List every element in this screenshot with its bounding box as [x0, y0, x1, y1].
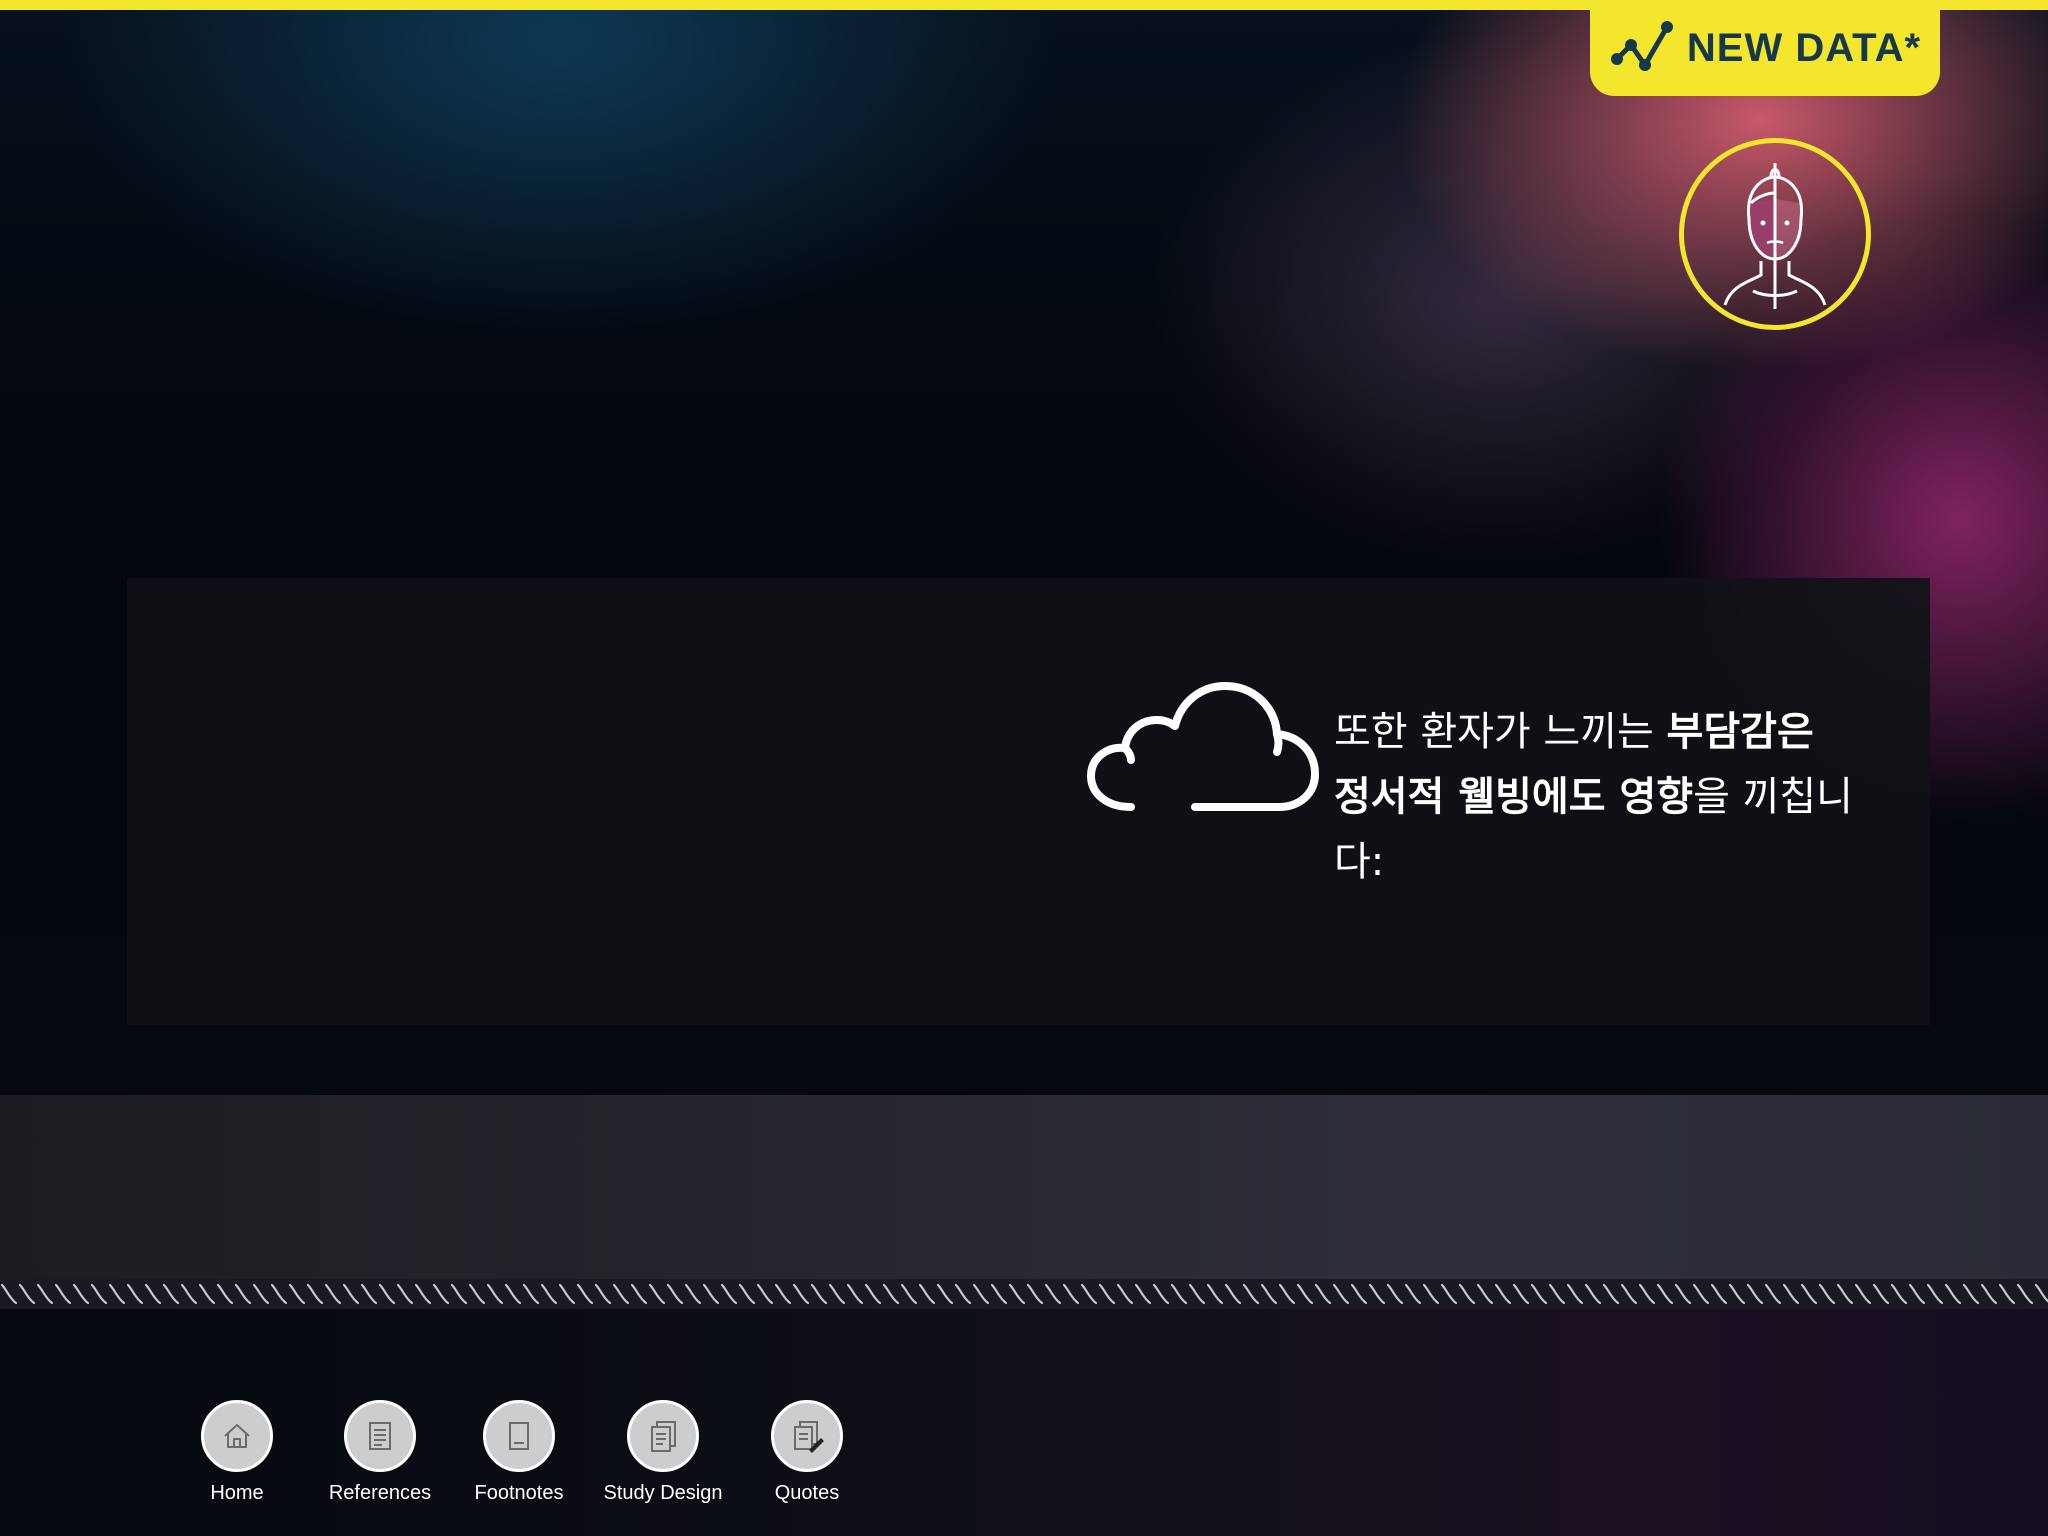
line-chart-icon — [1610, 21, 1673, 71]
cloud-icon — [1087, 682, 1319, 811]
patient-avatar — [1679, 138, 1871, 330]
study-design-icon[interactable] — [627, 1400, 699, 1472]
nav-home-label: Home — [210, 1482, 264, 1504]
references-icon[interactable] — [344, 1400, 416, 1472]
nav-study-design[interactable]: Study Design — [593, 1400, 733, 1505]
nav-references-label: References — [328, 1482, 432, 1504]
nav-home[interactable]: Home — [167, 1400, 307, 1505]
nav-footnotes[interactable]: Footnotes — [449, 1400, 589, 1505]
statement-line-2: 정서적 웰빙에도 영향을 끼칩니다: — [1334, 774, 1853, 885]
nav-footnotes-label: Footnotes — [474, 1482, 564, 1504]
footer-nav-area — [0, 1309, 2048, 1536]
quotes-icon[interactable] — [771, 1400, 843, 1472]
footnotes-icon[interactable] — [483, 1400, 555, 1472]
nav-quotes[interactable]: Quotes — [737, 1400, 877, 1505]
burden-statement: 또한 환자가 느끼는 부담감은 정서적 웰빙에도 영향을 끼칩니다: — [1334, 700, 1894, 895]
split-face-icon — [1723, 163, 1827, 309]
nav-quotes-label: Quotes — [774, 1482, 840, 1504]
nav-study-design-label: Study Design — [603, 1482, 723, 1504]
new-data-label: NEW DATA* — [1686, 25, 1922, 70]
nav-references[interactable]: References — [310, 1400, 450, 1505]
content-band — [0, 1095, 2048, 1282]
home-icon[interactable] — [201, 1400, 273, 1472]
statement-line-1: 또한 환자가 느끼는 부담감은 — [1334, 709, 1814, 755]
new-data-badge: NEW DATA* — [1590, 0, 1940, 96]
wave-divider — [0, 1279, 2048, 1309]
